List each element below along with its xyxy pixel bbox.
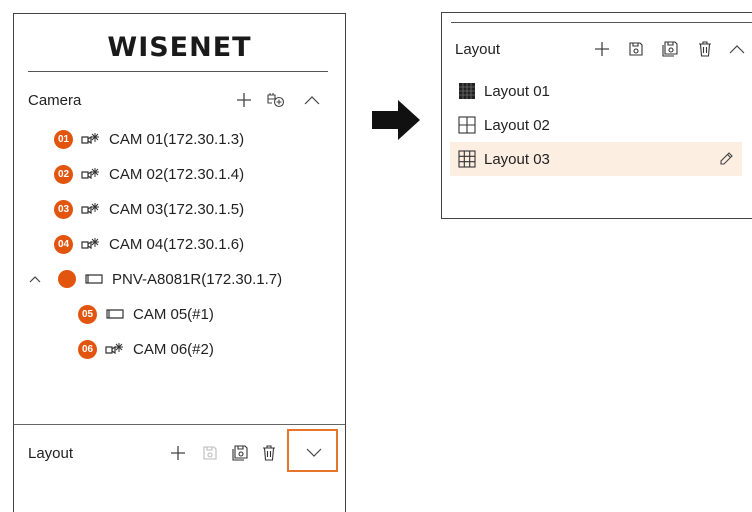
add-group-icon[interactable]	[264, 88, 288, 112]
camera-multi-icon	[81, 133, 99, 145]
layout-panel-title: Layout	[455, 41, 501, 58]
chevron-up-icon[interactable]	[300, 88, 324, 112]
grid-4-icon	[458, 116, 476, 134]
layout-section-title: Layout	[28, 445, 74, 462]
camera-icon	[106, 309, 124, 319]
grid-9-icon	[458, 150, 476, 168]
layout-panel-header: Layout	[442, 35, 752, 65]
divider	[451, 22, 752, 23]
add-icon[interactable]	[166, 441, 190, 465]
channel-badge: 03	[54, 199, 73, 219]
save-icon[interactable]	[198, 441, 222, 465]
camera-label: CAM 04(172.30.1.6)	[109, 235, 245, 253]
channel-badge: 02	[54, 164, 73, 184]
divider	[14, 424, 345, 425]
camera-label: CAM 03(172.30.1.5)	[109, 200, 245, 218]
delete-icon[interactable]	[693, 37, 717, 61]
wisenet-logo: WISENET	[107, 32, 252, 63]
camera-label: PNV-A8081R(172.30.1.7)	[112, 270, 283, 288]
save-as-icon[interactable]	[228, 441, 252, 465]
camera-label: CAM 01(172.30.1.3)	[109, 130, 245, 148]
camera-layout-panel: WISENET Camera 01 CAM 01(172.30.1.3) 02 …	[13, 13, 346, 512]
status-dot	[58, 270, 76, 288]
camera-section-header: Camera	[14, 86, 345, 116]
chevron-up-icon[interactable]	[725, 37, 749, 61]
highlight-box	[287, 429, 338, 472]
layout-item-01[interactable]: Layout 01	[450, 74, 742, 108]
add-icon[interactable]	[590, 37, 614, 61]
camera-item-cam03[interactable]: 03 CAM 03(172.30.1.5)	[54, 197, 244, 221]
layout-label: Layout 02	[484, 116, 550, 134]
camera-multi-icon	[105, 343, 123, 355]
camera-multi-icon	[81, 168, 99, 180]
channel-badge: 04	[54, 234, 73, 254]
camera-item-cam02[interactable]: 02 CAM 02(172.30.1.4)	[54, 162, 244, 186]
camera-item-cam01[interactable]: 01 CAM 01(172.30.1.3)	[54, 127, 244, 151]
delete-icon[interactable]	[257, 441, 281, 465]
divider	[28, 71, 328, 72]
pencil-icon[interactable]	[718, 151, 734, 167]
layout-label: Layout 01	[484, 82, 550, 100]
channel-badge: 01	[54, 129, 73, 149]
layout-panel-expanded: Layout Layout 01 Layout 02 Layout 03	[441, 12, 752, 219]
add-icon[interactable]	[232, 88, 256, 112]
camera-label: CAM 05(#1)	[133, 305, 214, 323]
layout-item-03[interactable]: Layout 03	[450, 142, 742, 176]
layout-item-02[interactable]: Layout 02	[450, 108, 742, 142]
grid-16-icon	[459, 83, 475, 99]
camera-label: CAM 06(#2)	[133, 340, 214, 358]
arrow-right-icon	[372, 100, 420, 140]
save-icon[interactable]	[624, 37, 648, 61]
save-as-icon[interactable]	[658, 37, 682, 61]
camera-item-cam04[interactable]: 04 CAM 04(172.30.1.6)	[54, 232, 244, 256]
collapse-chevron-icon[interactable]	[28, 272, 42, 286]
camera-item-cam06[interactable]: 06 CAM 06(#2)	[78, 337, 214, 361]
layout-label: Layout 03	[484, 150, 550, 168]
camera-label: CAM 02(172.30.1.4)	[109, 165, 245, 183]
channel-badge: 05	[78, 304, 97, 324]
camera-multi-icon	[81, 238, 99, 250]
camera-multi-icon	[81, 203, 99, 215]
channel-badge: 06	[78, 339, 97, 359]
camera-section-title: Camera	[28, 92, 82, 109]
camera-item-cam05[interactable]: 05 CAM 05(#1)	[78, 302, 214, 326]
camera-icon	[85, 274, 103, 284]
camera-item-pnv-a8081r[interactable]: PNV-A8081R(172.30.1.7)	[58, 267, 282, 291]
